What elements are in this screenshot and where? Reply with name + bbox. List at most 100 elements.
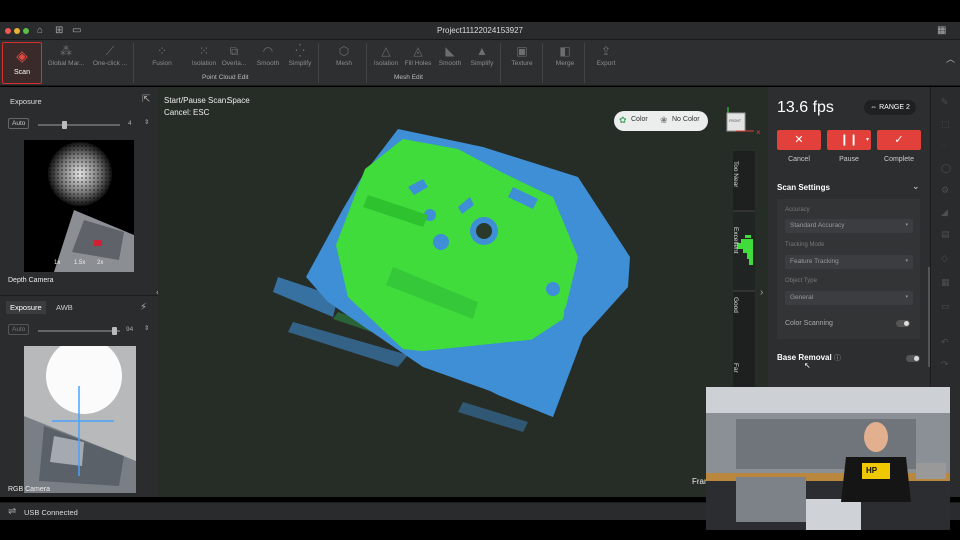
title-bar: ⌂ ⊞ ▭ Project11122024153927 ▦ (0, 22, 960, 40)
fusion-tool[interactable]: ⁘ Fusion (142, 40, 182, 72)
one-click-icon: ⟋ (105, 44, 115, 58)
top-black-bar (0, 0, 960, 18)
stepper-icon[interactable]: ⇕ (144, 118, 149, 126)
view-cube-gizmo[interactable]: FRONT × (724, 107, 761, 137)
scan-settings-title[interactable]: Scan Settings (777, 183, 830, 192)
edit-icon[interactable]: ✎ (941, 97, 949, 108)
range-label: RANGE 2 (879, 104, 910, 111)
point-simplify-tool[interactable]: ⁛ Simplify (280, 40, 320, 72)
depth-auto-button[interactable]: Auto (8, 118, 30, 129)
frame-icon[interactable]: ▭ (941, 301, 950, 312)
measure-icon[interactable]: ◢ (941, 207, 948, 218)
mouse-cursor-icon: ↖ (804, 361, 811, 370)
stepper-icon[interactable]: ⇕ (144, 324, 149, 332)
one-click-tool[interactable]: ⟋ One-click ... (90, 40, 130, 72)
layers-icon[interactable]: ▦ (941, 277, 950, 288)
toolbar-divider (133, 43, 134, 83)
mesh-simplify-tool[interactable]: ▲ Simplify (462, 40, 502, 72)
select-icon[interactable]: ⬚ (941, 119, 950, 130)
info-icon[interactable]: ⓘ (834, 353, 841, 363)
collapse-toolbar-icon[interactable]: ︿ (946, 52, 955, 65)
global-marker-icon: ⁂ (60, 44, 72, 58)
rgb-exposure-slider[interactable] (38, 330, 120, 332)
color-scanning-label: Color Scanning (785, 320, 833, 327)
mesh-group-label: Mesh Edit (394, 74, 423, 81)
no-color-icon: ❀ (660, 115, 668, 125)
depth-exposure-knob[interactable] (62, 121, 67, 129)
close-icon: ✕ (794, 134, 804, 146)
tab-exposure[interactable]: Exposure (6, 301, 46, 314)
chevron-down-icon[interactable]: ⌄ (912, 181, 920, 192)
panel-divider (0, 295, 158, 296)
presenter-video (706, 387, 950, 530)
scale-excellent: Excellent (732, 227, 739, 254)
zoom-1-5x[interactable]: 1.5x (74, 260, 85, 266)
caret-icon: ▾ (905, 258, 908, 264)
main-toolbar: ◈ Scan ⁂ Global Mar... ⟋ One-click ... ⁘ Fu… (0, 40, 960, 86)
fps-readout: 13.6 fps (777, 99, 834, 116)
x-axis-label: × (756, 128, 761, 137)
accuracy-select[interactable]: Standard Accuracy ▾ (785, 219, 913, 233)
clipboard-icon[interactable]: ▤ (941, 229, 950, 240)
tool-label: Global Mar... (47, 60, 85, 67)
rgb-auto-button[interactable]: Auto (8, 324, 30, 335)
tab-awb[interactable]: AWB (52, 301, 77, 314)
zoom-2x[interactable]: 2x (97, 260, 103, 266)
layout-icon[interactable]: ▦ (937, 25, 946, 36)
cube-scan-icon: ◈ (16, 48, 28, 65)
window-title: Project11122024153927 (437, 26, 523, 35)
undo-icon[interactable]: ↶ (941, 337, 949, 348)
object-type-select[interactable]: General ▾ (785, 291, 913, 305)
rgb-exposure-knob[interactable] (112, 327, 117, 335)
settings-icon[interactable]: ⚙ (941, 185, 949, 196)
zoom-1x[interactable]: 1x (54, 260, 60, 266)
scan-button[interactable]: ◈ Scan (2, 42, 42, 84)
plane-icon[interactable]: ◇ (941, 253, 948, 264)
no-color-option[interactable]: No Color (672, 116, 700, 123)
texture-tool[interactable]: ▣ Texture (502, 40, 542, 72)
camera-panel: Exposure ⇱ Auto 4 ⇕ 1x 1.5x 2x Depth Cam… (0, 87, 159, 497)
export-icon[interactable]: ⇱ (142, 94, 150, 105)
complete-button[interactable]: ✓ (877, 130, 921, 150)
cancel-button[interactable]: ✕ (777, 130, 821, 150)
accuracy-value: Standard Accuracy (790, 222, 845, 229)
flash-icon[interactable]: ⚡ (140, 302, 147, 313)
export-tool[interactable]: ⇪ Export (586, 40, 626, 72)
depth-exposure-slider[interactable] (38, 124, 120, 126)
scan-viewport[interactable]: Start/Pause Scan: Space Cancel: ESC ✿ Co… (158, 87, 768, 497)
tool-label: Merge (555, 60, 575, 67)
depth-exposure-value[interactable]: 4 (128, 120, 132, 127)
base-removal-toggle[interactable] (906, 355, 920, 362)
texture-icon: ▣ (516, 44, 528, 58)
mesh-tool[interactable]: ⬡ Mesh (324, 40, 364, 72)
palette-icon: ✿ (619, 115, 627, 125)
global-markers-tool[interactable]: ⁂ Global Mar... (46, 40, 86, 72)
color-mode-toggle[interactable]: ✿ Color ❀ No Color (614, 111, 708, 131)
object-type-label: Object Type (785, 278, 817, 284)
mesh-icon: ⬡ (338, 44, 350, 58)
scale-far: Far (732, 363, 739, 373)
tracking-mode-select[interactable]: Feature Tracking ▾ (785, 255, 913, 269)
color-option[interactable]: Color (631, 116, 648, 123)
connection-status: USB Connected (24, 508, 78, 517)
cancel-label: Cancel (788, 156, 810, 163)
rgb-exposure-value[interactable]: 94 (126, 326, 133, 333)
complete-label: Complete (884, 156, 914, 163)
range-selector[interactable]: ⇔ RANGE 2 (864, 100, 916, 115)
pause-button[interactable]: ❙❙ ▾ (827, 130, 871, 150)
redo-icon[interactable]: ↷ (941, 359, 949, 370)
color-scanning-toggle[interactable] (896, 320, 910, 327)
simplify-icon: ⁛ (295, 44, 305, 58)
chevron-down-icon[interactable]: ▾ (866, 130, 869, 150)
merge-tool[interactable]: ◧ Merge (545, 40, 585, 72)
lasso-icon[interactable]: ◌ (941, 141, 946, 151)
scan-point-cloud (273, 129, 630, 432)
expand-right-panel-icon[interactable]: › (760, 287, 763, 298)
caret-icon: ▾ (905, 294, 908, 300)
usb-icon: ⇌ (8, 506, 17, 517)
check-icon: ✓ (894, 134, 904, 146)
point-cloud-group-label: Point Cloud Edit (202, 74, 249, 81)
toolbar-divider (318, 43, 319, 83)
brush-icon[interactable]: ◯ (941, 163, 951, 174)
tracking-mode-label: Tracking Mode (785, 242, 825, 248)
